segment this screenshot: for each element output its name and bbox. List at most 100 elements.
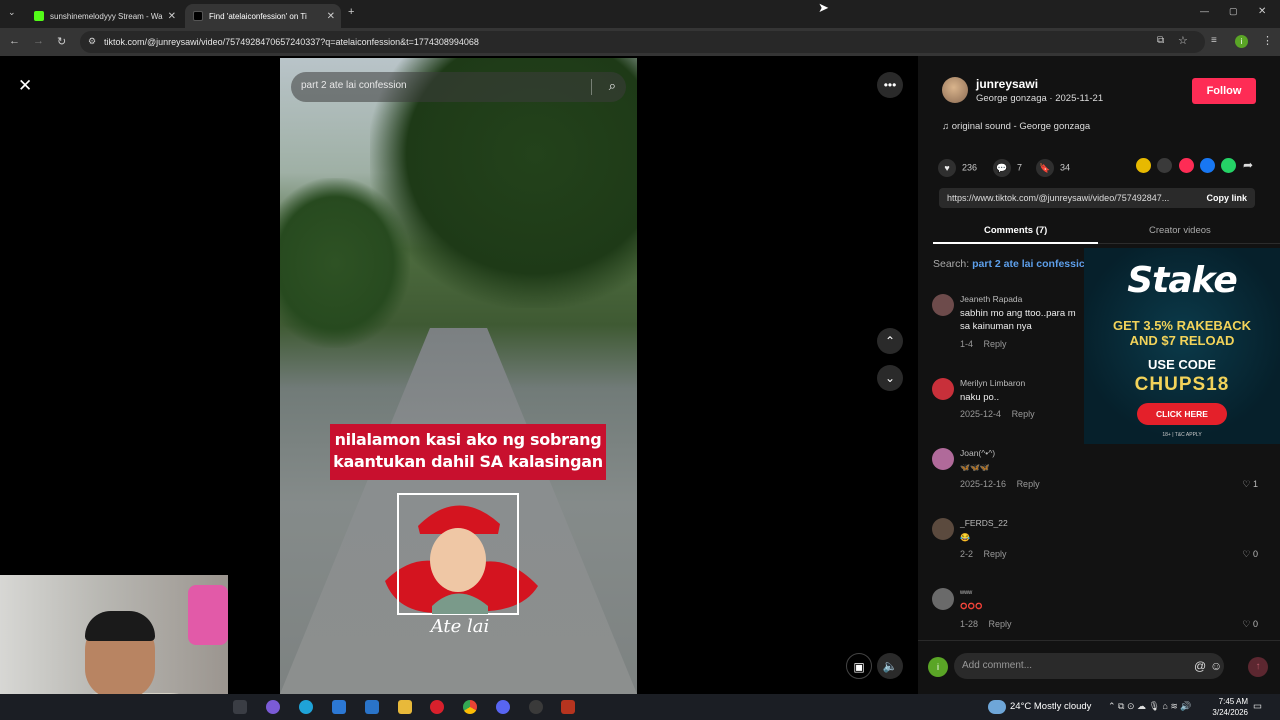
copilot-icon[interactable] [266, 700, 280, 714]
mention-icon[interactable]: @ [1194, 659, 1206, 673]
music-title: original sound - George gonzaga [951, 121, 1091, 132]
follow-button[interactable]: Follow [1192, 78, 1256, 104]
comment-text: ⭕⭕⭕ [960, 604, 983, 610]
maximize-icon[interactable]: ▢ [1229, 6, 1238, 17]
opera-icon[interactable] [430, 700, 444, 714]
chrome-icon[interactable] [463, 700, 477, 714]
commenter-avatar[interactable] [932, 518, 954, 540]
tray-icons[interactable]: ⌃ ⧉ ⊙ ☁ 🎙 ⌂ ≋ 🔊 [1108, 701, 1192, 712]
app-icon[interactable] [561, 700, 575, 714]
profile-avatar[interactable]: i [1235, 35, 1248, 48]
tab-creator-videos[interactable]: Creator videos [1149, 225, 1211, 236]
author-username[interactable]: junreysawi [976, 77, 1038, 91]
more-options-button[interactable]: ••• [877, 72, 903, 98]
edge-icon[interactable] [299, 700, 313, 714]
new-tab-icon[interactable]: + [348, 6, 354, 18]
close-tab-icon[interactable]: ✕ [327, 11, 335, 22]
comment-date: 2025-12-16 [960, 479, 1007, 489]
volume-button[interactable]: 🔈 [877, 653, 903, 679]
mail-icon[interactable] [365, 700, 379, 714]
miniplayer-button[interactable]: ▣ [846, 653, 872, 679]
whatsapp-icon[interactable] [1221, 158, 1236, 173]
commenter-name[interactable]: _FERDS_22 [960, 518, 1008, 528]
close-window-icon[interactable]: ✕ [1258, 6, 1266, 17]
browser-menu-icon[interactable]: ⋮ [1262, 34, 1273, 47]
install-app-icon[interactable]: ⧉ [1157, 35, 1164, 46]
commenter-avatar[interactable] [932, 378, 954, 400]
bookmark-star-icon[interactable]: ☆ [1178, 34, 1188, 47]
notifications-icon[interactable]: ▭ [1253, 701, 1262, 712]
reading-list-icon[interactable]: ≡ [1211, 35, 1217, 46]
commenter-name[interactable]: Joan(^•^) [960, 448, 995, 458]
commenter-name[interactable]: ʷʷʷ [960, 588, 972, 598]
post-comment-button[interactable]: ↑ [1248, 657, 1268, 677]
next-video-button[interactable]: ⌄ [877, 365, 903, 391]
ad-use-code: USE CODE [1148, 357, 1216, 372]
share-link-text: https://www.tiktok.com/@junreysawi/video… [947, 193, 1170, 203]
music-line[interactable]: ♫ original sound - George gonzaga [942, 121, 1090, 132]
site-info-icon[interactable]: ⚙ [88, 36, 96, 47]
search-prefix: Search: [933, 258, 970, 270]
back-icon[interactable]: ← [9, 35, 20, 47]
reply-button[interactable]: Reply [984, 549, 1007, 559]
store-icon[interactable] [332, 700, 346, 714]
minimize-icon[interactable]: — [1200, 6, 1209, 16]
ad-click-here-button[interactable]: CLICK HERE [1137, 403, 1227, 425]
video-player[interactable]: part 2 ate lai confession ⌕ nilalamon ka… [280, 58, 637, 694]
add-comment-input[interactable]: Add comment... @ ☺ [954, 653, 1224, 679]
task-view-icon[interactable] [233, 700, 247, 714]
mouse-cursor-icon: ➤ [818, 0, 829, 15]
browser-tab-tiktok[interactable]: Find 'atelaiconfession' on Ti ✕ [185, 4, 341, 28]
like-stat[interactable]: ♥ 236 [938, 159, 977, 177]
active-tab-underline [933, 242, 1098, 244]
heart-outline-icon: ♡ [1242, 619, 1253, 629]
comment-item: _FERDS_22 😂 2-2 Reply ♡ 0 [932, 518, 1272, 578]
author-avatar[interactable] [942, 77, 968, 103]
search-icon[interactable]: ⌕ [609, 78, 616, 94]
comment-like-count[interactable]: ♡ 0 [1242, 619, 1258, 630]
comment-meta: 1-28 Reply [960, 619, 1020, 629]
facebook-icon[interactable] [1200, 158, 1215, 173]
repost-icon[interactable] [1136, 158, 1151, 173]
tab-search-icon[interactable]: ⌄ [8, 7, 16, 18]
weather-text[interactable]: 24°C Mostly cloudy [1010, 701, 1091, 712]
discord-icon[interactable] [496, 700, 510, 714]
reply-button[interactable]: Reply [1017, 479, 1040, 489]
comment-meta: 2025-12-16 Reply [960, 479, 1048, 489]
commenter-name[interactable]: Merilyn Limbaron [960, 378, 1025, 388]
comment-like-count[interactable]: ♡ 0 [1242, 549, 1258, 560]
previous-video-button[interactable]: ⌃ [877, 328, 903, 354]
system-clock[interactable]: 7:45 AM 3/24/2026 [1204, 696, 1248, 718]
reply-button[interactable]: Reply [984, 339, 1007, 349]
close-video-icon[interactable]: ✕ [18, 76, 32, 96]
share-arrow-icon[interactable]: ➦ [1243, 158, 1253, 172]
close-tab-icon[interactable]: ✕ [168, 11, 176, 22]
reply-button[interactable]: Reply [1012, 409, 1035, 419]
commenter-avatar[interactable] [932, 294, 954, 316]
current-user-avatar[interactable]: i [928, 657, 948, 677]
obs-icon[interactable] [529, 700, 543, 714]
reply-button[interactable]: Reply [989, 619, 1012, 629]
stake-ad-banner[interactable]: Stake GET 3.5% RAKEBACK AND $7 RELOAD USE… [1084, 248, 1280, 444]
file-explorer-icon[interactable] [398, 700, 412, 714]
forward-icon[interactable]: → [33, 35, 44, 47]
video-search-bar[interactable]: part 2 ate lai confession ⌕ [291, 72, 626, 102]
like-number: 0 [1252, 549, 1258, 559]
comment-composer: i Add comment... @ ☺ ↑ [918, 640, 1280, 694]
copy-link-button[interactable]: Copy link [1206, 193, 1247, 203]
commenter-name[interactable]: Jeaneth Rapada [960, 294, 1022, 304]
send-to-friends-icon[interactable] [1179, 158, 1194, 173]
comment-icon: 💬 [993, 159, 1011, 177]
commenter-avatar[interactable] [932, 448, 954, 470]
comment-stat[interactable]: 💬 7 [993, 159, 1022, 177]
emoji-icon[interactable]: ☺ [1210, 659, 1222, 673]
embed-icon[interactable] [1157, 158, 1172, 173]
search-query-link[interactable]: part 2 ate lai confessic [972, 258, 1085, 270]
comment-like-count[interactable]: ♡ 1 [1242, 479, 1258, 490]
commenter-avatar[interactable] [932, 588, 954, 610]
reload-icon[interactable]: ↻ [57, 35, 66, 48]
address-bar[interactable]: ⚙ tiktok.com/@junreysawi/video/757492847… [80, 31, 1205, 53]
tab-comments[interactable]: Comments (7) [984, 225, 1047, 236]
browser-tab-stream[interactable]: sunshinemelodyyy Stream - Wa ✕ [26, 4, 182, 28]
save-stat[interactable]: 🔖 34 [1036, 159, 1070, 177]
